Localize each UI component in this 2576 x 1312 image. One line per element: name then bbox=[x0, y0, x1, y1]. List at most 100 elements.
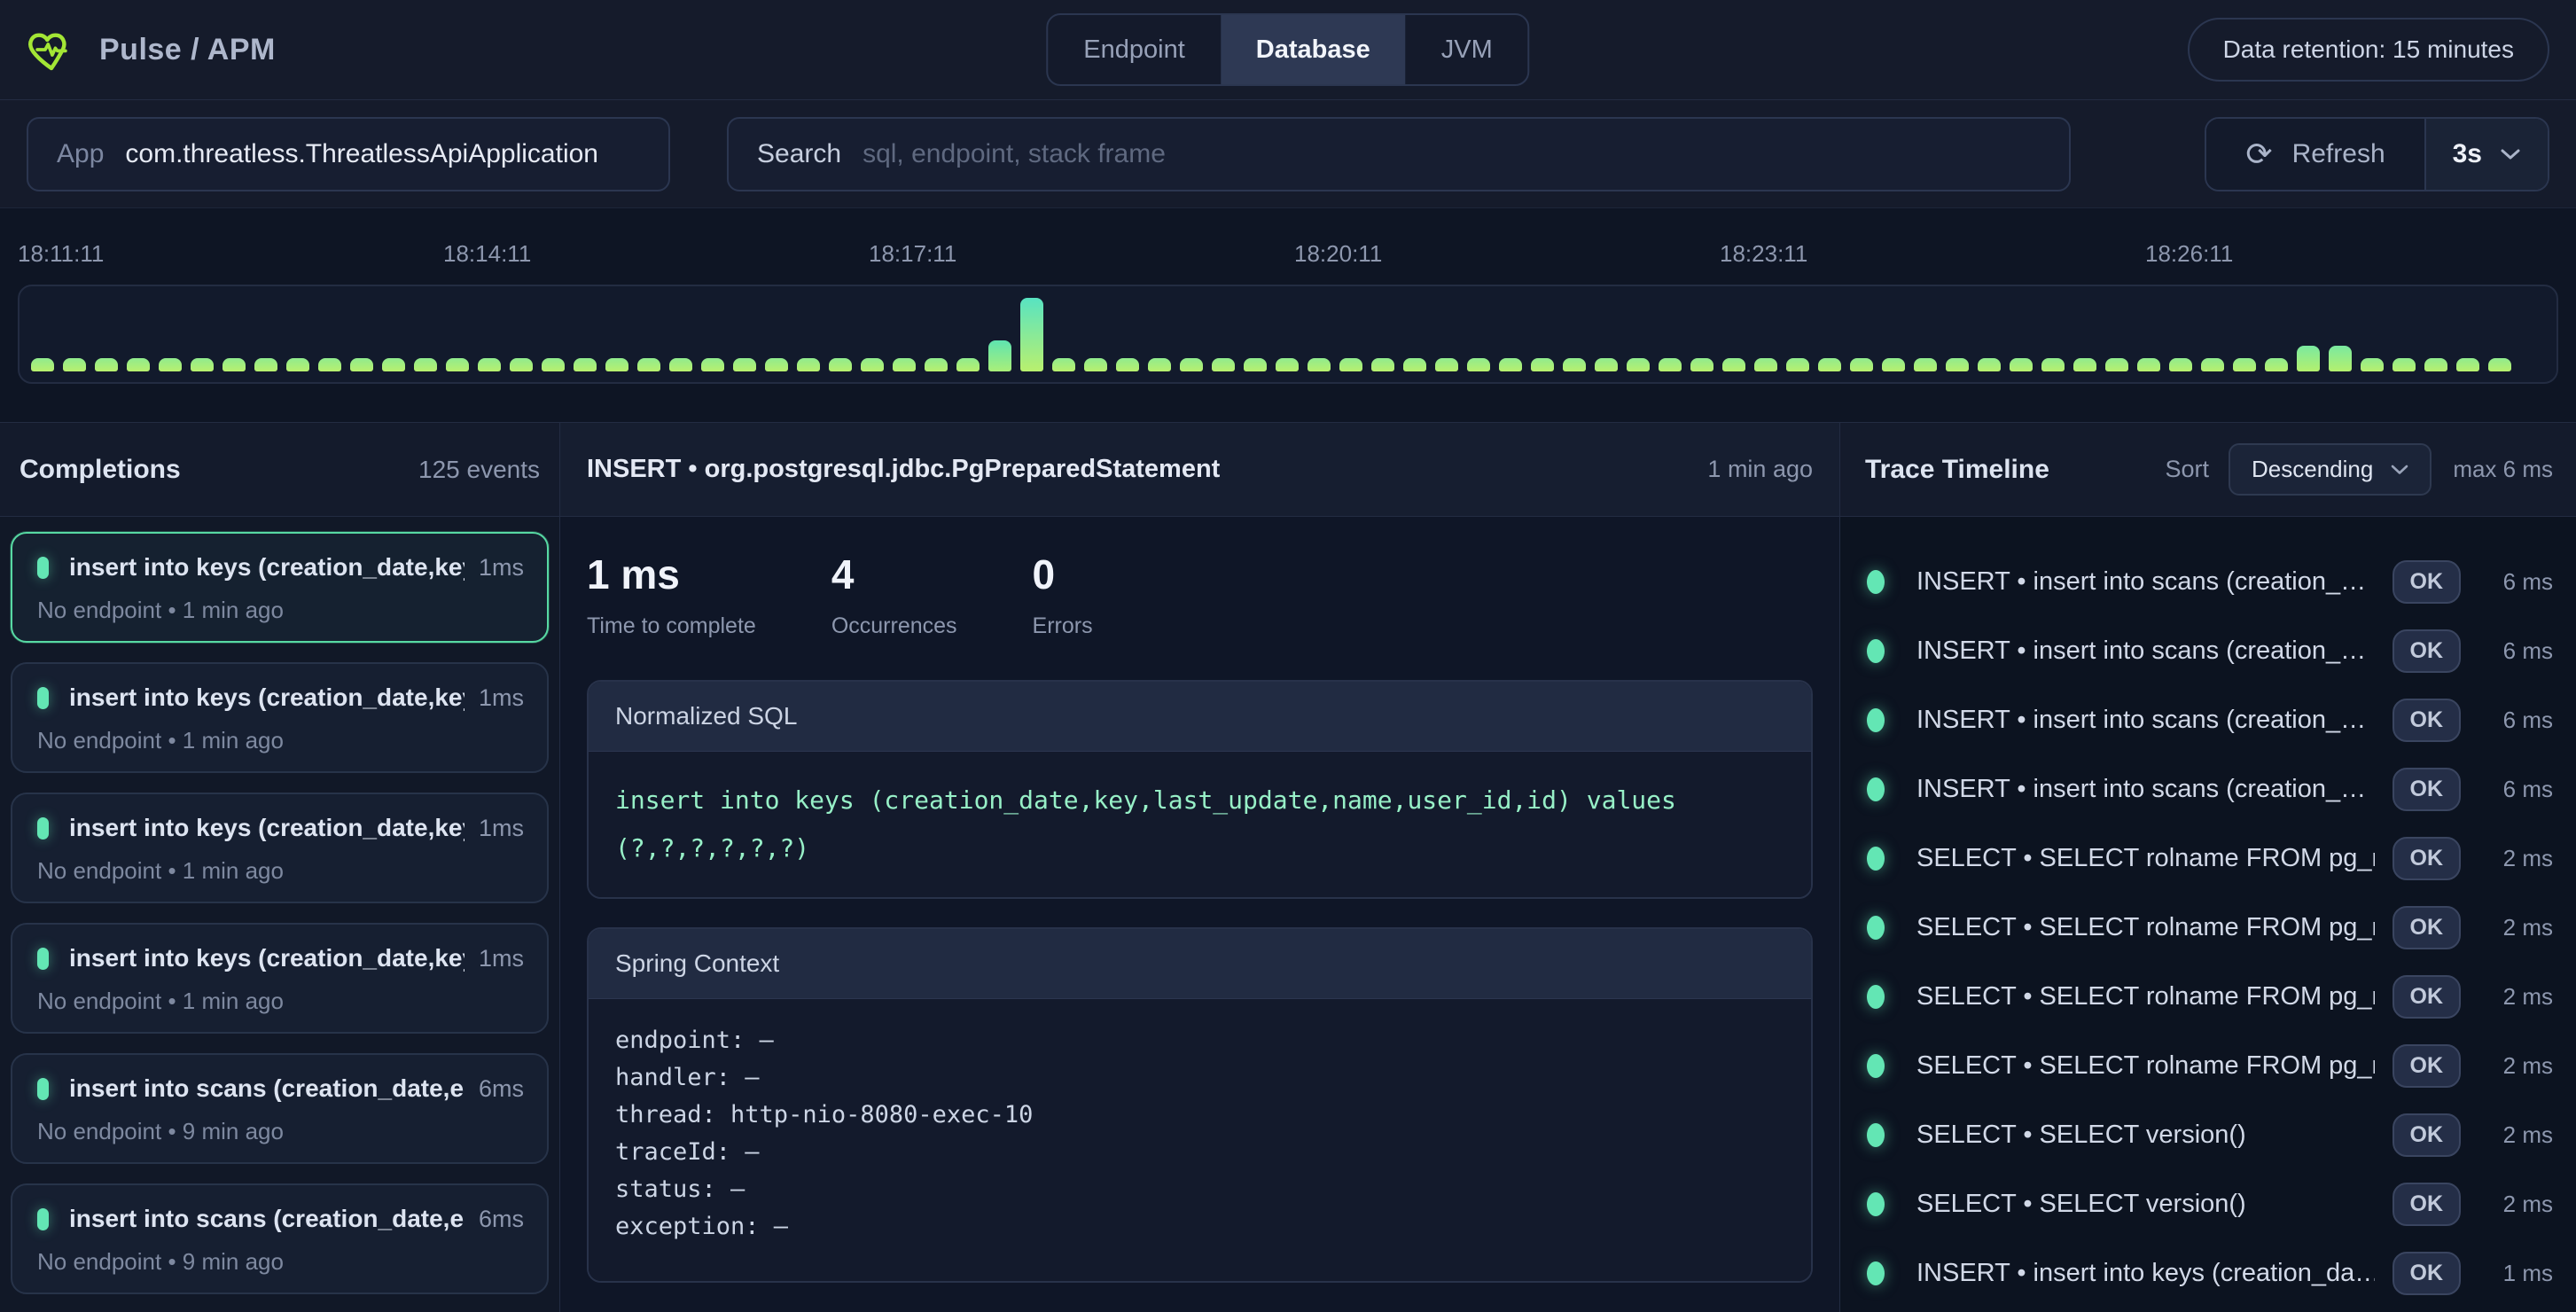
trace-row[interactable]: INSERT • insert into scans (creation_…OK… bbox=[1840, 754, 2576, 824]
histogram-bar bbox=[1339, 358, 1362, 371]
histogram-bar bbox=[382, 358, 405, 371]
stat-label: Errors bbox=[1033, 613, 1093, 639]
detail-timestamp: 1 min ago bbox=[1707, 456, 1813, 483]
histogram-bar bbox=[63, 358, 86, 371]
histogram-bar bbox=[1084, 358, 1107, 371]
histogram-bar bbox=[1052, 358, 1075, 371]
histogram-bar bbox=[1276, 358, 1299, 371]
trace-row[interactable]: INSERT • insert into keys (creation_da…O… bbox=[1840, 1308, 2576, 1312]
trace-timeline-title: Trace Timeline bbox=[1865, 455, 2049, 485]
tab-jvm[interactable]: JVM bbox=[1406, 15, 1528, 84]
histogram-bar bbox=[1690, 358, 1713, 371]
completions-list: insert into keys (creation_date,key,l… 1m… bbox=[0, 517, 559, 1312]
trace-status-dot-icon bbox=[1867, 708, 1885, 732]
histogram-bar bbox=[2169, 358, 2192, 371]
trace-label: INSERT • insert into scans (creation_… bbox=[1916, 636, 2375, 666]
normalized-sql-text: insert into keys (creation_date,key,last… bbox=[615, 777, 1784, 872]
histogram-bar bbox=[2010, 358, 2033, 371]
histogram-bar bbox=[1371, 358, 1394, 371]
data-retention-badge: Data retention: 15 minutes bbox=[2188, 18, 2549, 82]
trace-row[interactable]: SELECT • SELECT rolname FROM pg_r…OK2 ms bbox=[1840, 824, 2576, 893]
histogram-bar bbox=[988, 340, 1011, 371]
top-bar: Pulse / APM EndpointDatabaseJVM Data ret… bbox=[0, 0, 2576, 100]
trace-row[interactable]: INSERT • insert into scans (creation_…OK… bbox=[1840, 685, 2576, 754]
histogram-bar bbox=[95, 358, 118, 371]
histogram-bar bbox=[2105, 358, 2128, 371]
histogram-bar bbox=[2361, 358, 2384, 371]
status-badge: OK bbox=[2393, 699, 2462, 742]
histogram-bar bbox=[1722, 358, 1745, 371]
trace-row[interactable]: SELECT • SELECT rolname FROM pg_r…OK2 ms bbox=[1840, 962, 2576, 1031]
histogram-bar bbox=[925, 358, 948, 371]
completion-item[interactable]: insert into scans (creation_date,en…6msN… bbox=[11, 1183, 549, 1294]
sort-dropdown[interactable]: Descending bbox=[2229, 443, 2432, 496]
trace-duration: 6 ms bbox=[2475, 776, 2553, 803]
histogram-bar bbox=[1754, 358, 1777, 371]
stat-label: Time to complete bbox=[587, 613, 756, 639]
refresh-interval-dropdown[interactable]: 3s bbox=[2426, 119, 2548, 190]
trace-row[interactable]: INSERT • insert into scans (creation_…OK… bbox=[1840, 616, 2576, 685]
search-input[interactable] bbox=[863, 139, 2041, 169]
completion-item[interactable]: insert into scans (creation_date,en…6msN… bbox=[11, 1053, 549, 1164]
trace-duration: 6 ms bbox=[2475, 568, 2553, 596]
completion-item-row: insert into scans (creation_date,en…6ms bbox=[37, 1205, 524, 1233]
histogram-bar bbox=[1627, 358, 1650, 371]
trace-status-dot-icon bbox=[1867, 985, 1885, 1009]
trace-row[interactable]: SELECT • SELECT version()OK2 ms bbox=[1840, 1100, 2576, 1169]
app-filter-label: App bbox=[57, 139, 104, 169]
histogram-bar bbox=[797, 358, 820, 371]
completions-panel: Completions 125 events insert into keys … bbox=[0, 423, 560, 1312]
completion-meta: No endpoint • 1 min ago bbox=[37, 857, 524, 885]
detail-body: 1 msTime to complete4Occurrences0Errors … bbox=[560, 517, 1839, 1312]
trace-row[interactable]: INSERT • insert into scans (creation_…OK… bbox=[1840, 547, 2576, 616]
histogram-bar bbox=[861, 358, 884, 371]
trace-duration: 2 ms bbox=[2475, 1052, 2553, 1080]
activity-timeline: 18:11:1118:14:1118:17:1118:20:1118:23:11… bbox=[0, 240, 2576, 422]
histogram-bar bbox=[127, 358, 150, 371]
histogram-bar bbox=[1212, 358, 1235, 371]
completion-item[interactable]: insert into keys (creation_date,key,l… 1m… bbox=[11, 923, 549, 1034]
histogram-bar bbox=[765, 358, 788, 371]
trace-status-dot-icon bbox=[1867, 1054, 1885, 1078]
histogram-bar bbox=[286, 358, 309, 371]
histogram-bar bbox=[1946, 358, 1969, 371]
histogram-bar bbox=[2041, 358, 2065, 371]
page-title: Pulse / APM bbox=[99, 33, 276, 67]
stat-label: Occurrences bbox=[831, 613, 957, 639]
completions-count: 125 events bbox=[418, 456, 540, 484]
completion-meta: No endpoint • 1 min ago bbox=[37, 988, 524, 1015]
trace-row[interactable]: INSERT • insert into keys (creation_da…O… bbox=[1840, 1238, 2576, 1308]
tab-database[interactable]: Database bbox=[1221, 15, 1406, 84]
trace-row[interactable]: SELECT • SELECT rolname FROM pg_r…OK2 ms bbox=[1840, 893, 2576, 962]
query-status-dot-icon bbox=[37, 557, 49, 579]
completion-item[interactable]: insert into keys (creation_date,key,l…1m… bbox=[11, 793, 549, 903]
trace-row[interactable]: SELECT • SELECT rolname FROM pg_r…OK2 ms bbox=[1840, 1031, 2576, 1100]
chevron-down-icon bbox=[2500, 148, 2521, 160]
completion-item[interactable]: insert into keys (creation_date,key,l…1m… bbox=[11, 532, 549, 643]
completion-duration: 1ms bbox=[479, 815, 524, 842]
histogram-bar bbox=[2488, 358, 2511, 371]
histogram-bar bbox=[478, 358, 501, 371]
completion-sql: insert into keys (creation_date,key,l… bbox=[69, 944, 464, 972]
status-badge: OK bbox=[2393, 560, 2462, 604]
trace-row[interactable]: SELECT • SELECT version()OK2 ms bbox=[1840, 1169, 2576, 1238]
stat-value: 0 bbox=[1033, 551, 1093, 598]
completion-sql: insert into scans (creation_date,en… bbox=[69, 1205, 464, 1233]
histogram-bar bbox=[701, 358, 724, 371]
histogram-bar bbox=[510, 358, 533, 371]
refresh-interval-value: 3s bbox=[2453, 139, 2482, 169]
tab-endpoint[interactable]: Endpoint bbox=[1048, 15, 1221, 84]
sort-dropdown-value: Descending bbox=[2252, 456, 2373, 483]
pulse-heart-logo-icon bbox=[27, 25, 76, 74]
app-filter-value: com.threatless.ThreatlessApiApplication bbox=[125, 139, 598, 169]
completion-duration: 1ms bbox=[479, 945, 524, 972]
histogram-bar bbox=[159, 358, 182, 371]
brand: Pulse / APM bbox=[27, 25, 276, 74]
completion-item[interactable]: insert into keys (creation_date,key,l…1m… bbox=[11, 662, 549, 773]
activity-histogram[interactable] bbox=[18, 285, 2558, 384]
app-filter-field[interactable]: App com.threatless.ThreatlessApiApplicat… bbox=[27, 117, 670, 191]
trace-status-dot-icon bbox=[1867, 570, 1885, 594]
timeline-tick: 18:20:11 bbox=[1294, 240, 1382, 268]
trace-list: INSERT • insert into scans (creation_… OK… bbox=[1840, 517, 2576, 1312]
refresh-button[interactable]: ⟳ Refresh bbox=[2206, 119, 2424, 190]
